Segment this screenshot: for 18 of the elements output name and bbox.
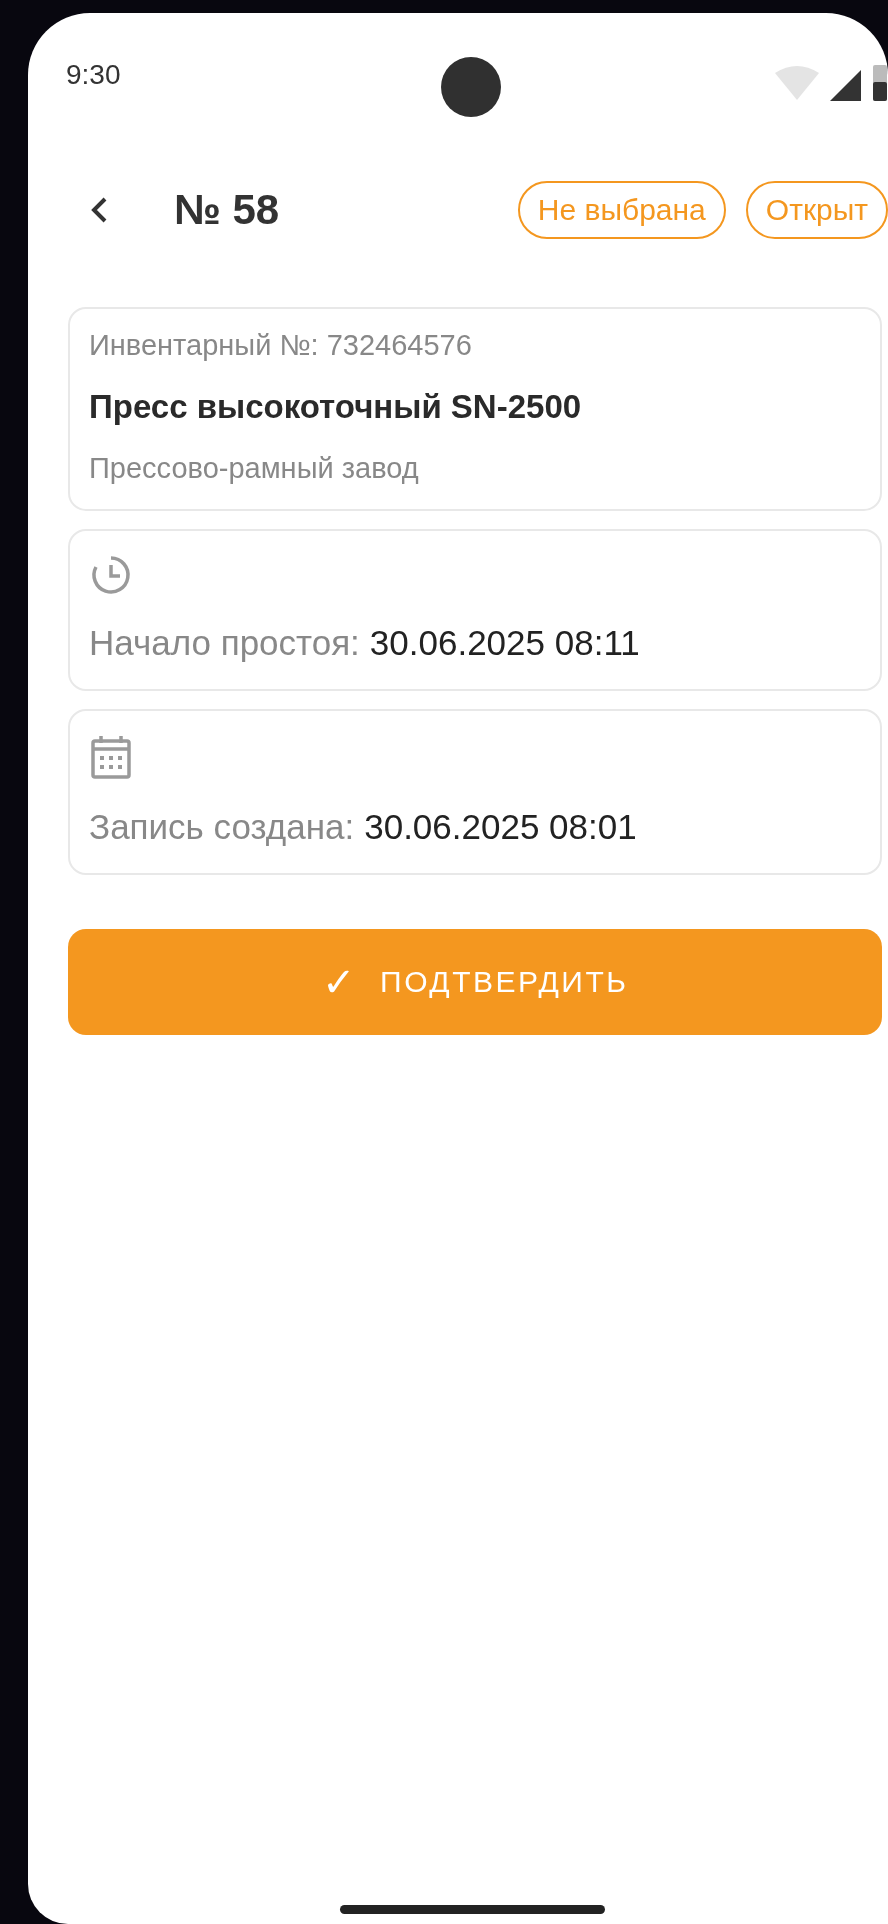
status-time: 9:30 — [66, 59, 121, 91]
camera-hole — [441, 57, 501, 117]
status-chip: Открыт — [745, 181, 888, 239]
confirm-button[interactable]: ✓ ПОДТВЕРДИТЬ — [68, 929, 882, 1035]
info-label: Запись создана: — [89, 807, 355, 847]
inventory-number: Инвентарный №: 732464576 — [89, 329, 473, 362]
status-chip: Не выбрана — [517, 181, 726, 239]
signal-icon — [830, 69, 862, 101]
info-label: Начало простоя: — [89, 623, 360, 663]
wifi-icon — [774, 65, 820, 101]
info-value: 30.06.2025 08:11 — [369, 623, 640, 663]
info-value: 30.06.2025 08:01 — [364, 807, 637, 847]
plant-name: Прессово-рамный завод — [89, 452, 420, 485]
equipment-name: Пресс высокоточный SN-2500 — [89, 388, 583, 426]
clock-icon — [89, 553, 133, 597]
page-title: № 58 — [174, 186, 280, 234]
battery-icon — [872, 65, 888, 101]
calendar-icon — [89, 733, 133, 781]
